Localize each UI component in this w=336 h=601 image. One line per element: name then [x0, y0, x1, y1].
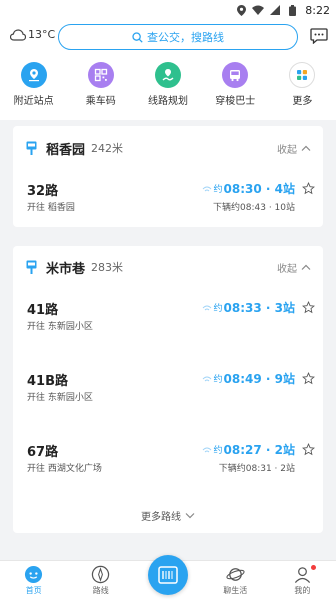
chevron-up-icon: [301, 145, 311, 151]
collapse-label: 收起: [277, 263, 297, 275]
eta-value: 08:33 · 3站: [223, 301, 295, 315]
next-bus: 下辆约08:31 · 2站: [218, 464, 295, 474]
favorite-star-icon[interactable]: [302, 299, 315, 318]
more-routes-label: 更多路线: [141, 512, 181, 523]
collapse-toggle[interactable]: 收起: [277, 260, 311, 275]
route-eta: 约 08:30 · 4站: [202, 180, 295, 197]
home-icon: [24, 564, 44, 584]
route-eta: 约 08:27 · 2站: [202, 441, 295, 458]
search-input[interactable]: 查公交，搜路线: [58, 24, 298, 50]
quick-label: 更多: [292, 96, 313, 107]
eta-value: 08:27 · 2站: [223, 443, 295, 457]
tab-life[interactable]: 聊生活: [202, 561, 269, 601]
route-name: 41路: [27, 303, 59, 318]
status-bar: 8:22: [0, 0, 336, 20]
signal-icon: [269, 4, 281, 16]
notification-dot: [311, 565, 317, 570]
eta-prefix: 约: [213, 446, 223, 456]
quick-route-plan[interactable]: 线路规划: [134, 60, 201, 112]
route-row[interactable]: 32路 开往 稻香园 约 08:30 · 4站 下辆约08:43 · 10站: [13, 180, 323, 220]
route-direction: 开往 西湖文化广场: [27, 464, 102, 474]
bus-stop-icon: [25, 260, 37, 274]
route-name: 67路: [27, 445, 59, 460]
quick-nearby-stops[interactable]: 附近站点: [0, 60, 67, 112]
eta-prefix: 约: [213, 304, 223, 314]
station-card: 米市巷 283米 收起 41路 开往 东新园小区 约 08:33 · 3站 41…: [13, 246, 323, 533]
search-placeholder: 查公交，搜路线: [147, 31, 224, 44]
tab-profile[interactable]: 我的: [269, 561, 336, 601]
route-plan-icon: [155, 62, 181, 88]
tab-label: 我的: [294, 586, 311, 595]
station-card: 稻香园 242米 收起 32路 开往 稻香园 约 08:30 · 4站 下辆约0…: [13, 126, 323, 227]
eta-prefix: 约: [213, 185, 223, 195]
cloud-icon: [10, 28, 26, 41]
quick-actions: 附近站点 乘车码 线路规划 穿梭巴士 更多: [0, 60, 336, 112]
tab-routes[interactable]: 路线: [67, 561, 134, 601]
route-direction: 开往 东新园小区: [27, 393, 93, 403]
quick-label: 乘车码: [85, 96, 116, 107]
header: 13°C 查公交，搜路线 附近站点 乘车码 线路规划 穿梭巴士 更多: [0, 20, 336, 120]
station-distance: 283米: [91, 261, 124, 274]
realtime-signal-icon: [202, 186, 211, 191]
route-eta: 约 08:33 · 3站: [202, 299, 295, 316]
realtime-signal-icon: [202, 447, 211, 452]
favorite-star-icon[interactable]: [302, 180, 315, 199]
route-direction: 开往 东新园小区: [27, 322, 93, 332]
eta-value: 08:49 · 9站: [223, 372, 295, 386]
location-icon: [235, 4, 247, 16]
tab-home[interactable]: 首页: [0, 561, 67, 601]
favorite-star-icon[interactable]: [302, 370, 315, 389]
more-icon: [289, 62, 316, 88]
qr-code-icon: [87, 62, 114, 88]
scan-button[interactable]: [148, 555, 188, 595]
eta-value: 08:30 · 4站: [223, 182, 295, 196]
compass-icon: [91, 564, 111, 584]
route-row[interactable]: 67路 开往 西湖文化广场 约 08:27 · 2站 下辆约08:31 · 2站: [13, 441, 323, 481]
realtime-signal-icon: [202, 376, 211, 381]
route-row[interactable]: 41B路 开往 东新园小区 约 08:49 · 9站: [13, 370, 323, 410]
more-routes-button[interactable]: 更多路线: [13, 508, 323, 523]
tab-label: 首页: [25, 586, 42, 595]
chevron-down-icon: [185, 512, 195, 518]
tab-label: 聊生活: [223, 586, 248, 595]
route-name: 41B路: [27, 374, 68, 389]
station-header[interactable]: 米市巷 283米 收起: [13, 257, 323, 277]
eta-prefix: 约: [213, 375, 223, 385]
quick-label: 线路规划: [148, 96, 188, 107]
route-row[interactable]: 41路 开往 东新园小区 约 08:33 · 3站: [13, 299, 323, 339]
shuttle-bus-icon: [222, 62, 249, 88]
scan-icon: [158, 566, 178, 584]
tab-label: 路线: [92, 586, 109, 595]
route-direction: 开往 稻香园: [27, 203, 75, 213]
weather-widget[interactable]: 13°C: [10, 28, 55, 41]
planet-icon: [225, 564, 245, 584]
station-name: 稻香园: [46, 142, 86, 158]
station-list[interactable]: 稻香园 242米 收起 32路 开往 稻香园 约 08:30 · 4站 下辆约0…: [0, 120, 336, 560]
collapse-toggle[interactable]: 收起: [277, 141, 311, 156]
battery-icon: [286, 4, 298, 16]
favorite-star-icon[interactable]: [302, 441, 315, 460]
quick-label: 穿梭巴士: [215, 96, 256, 107]
realtime-signal-icon: [202, 305, 211, 310]
wifi-icon: [252, 4, 265, 16]
nearby-stop-icon: [20, 62, 47, 88]
route-eta: 约 08:49 · 9站: [202, 370, 295, 387]
temperature: 13°C: [28, 28, 56, 41]
message-icon[interactable]: [310, 28, 328, 45]
chevron-up-icon: [301, 264, 311, 270]
quick-more[interactable]: 更多: [269, 60, 336, 112]
search-icon: [132, 31, 143, 43]
quick-ride-code[interactable]: 乘车码: [67, 60, 134, 112]
station-name: 米市巷: [46, 261, 86, 277]
station-distance: 242米: [91, 142, 124, 155]
bus-stop-icon: [25, 141, 37, 155]
profile-icon: [292, 564, 312, 584]
route-name: 32路: [27, 184, 59, 199]
clock: 8:22: [305, 3, 330, 17]
next-bus: 下辆约08:43 · 10站: [213, 203, 295, 213]
quick-label: 附近站点: [13, 96, 54, 107]
quick-shuttle-bus[interactable]: 穿梭巴士: [202, 60, 269, 112]
collapse-label: 收起: [277, 144, 297, 156]
station-header[interactable]: 稻香园 242米 收起: [13, 138, 323, 158]
